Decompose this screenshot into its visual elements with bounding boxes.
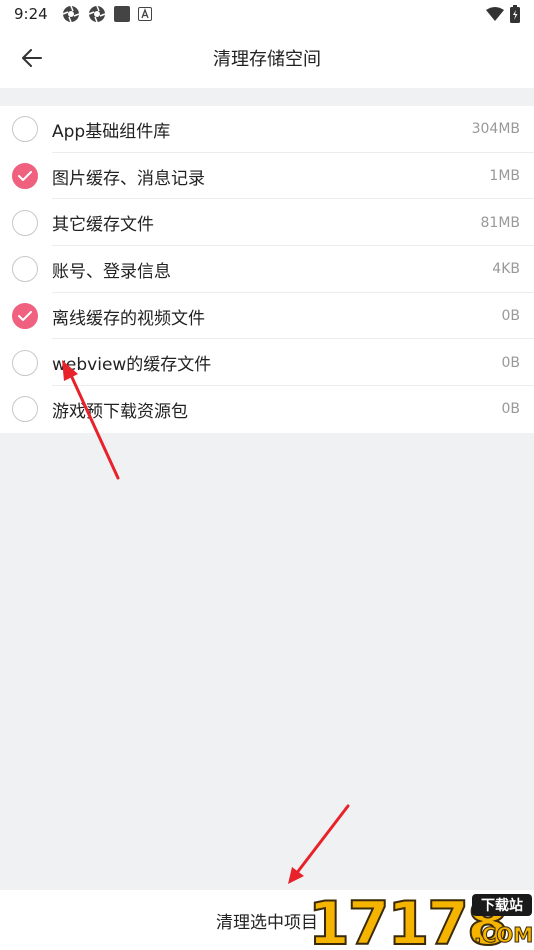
- aperture-icon: [62, 5, 80, 23]
- checkmark-icon: [18, 171, 32, 182]
- storage-item-size: 0B: [501, 308, 520, 325]
- storage-item-label: webview的缓存文件: [52, 355, 212, 376]
- square-icon: [114, 6, 130, 22]
- checkbox-unchecked[interactable]: [12, 396, 38, 423]
- storage-item-label: 账号、登录信息: [52, 261, 171, 282]
- battery-icon: [510, 5, 520, 23]
- checkbox-unchecked[interactable]: [12, 349, 38, 376]
- storage-item-list: App基础组件库 304MB 图片缓存、消息记录 1MB 其它缓存文件 81MB 账号、登录…: [0, 106, 534, 433]
- storage-item-size: 0B: [501, 354, 520, 371]
- checkbox-unchecked[interactable]: [12, 209, 38, 236]
- storage-item-label: 游戏预下载资源包: [52, 401, 188, 422]
- back-arrow-icon: [22, 49, 42, 67]
- storage-item-label: 图片缓存、消息记录: [52, 168, 205, 189]
- storage-item-size: 0B: [501, 401, 520, 418]
- status-time: 9:24: [14, 5, 48, 23]
- page-title: 清理存储空间: [213, 49, 321, 70]
- storage-item[interactable]: 图片缓存、消息记录 1MB: [0, 153, 534, 200]
- clear-selected-label: 清理选中项目: [216, 912, 318, 933]
- storage-item[interactable]: 离线缓存的视频文件 0B: [0, 293, 534, 340]
- storage-item-size: 304MB: [471, 121, 520, 138]
- storage-item[interactable]: webview的缓存文件 0B: [0, 339, 534, 387]
- header: 清理存储空间: [0, 28, 534, 88]
- storage-item-label: 离线缓存的视频文件: [52, 308, 205, 329]
- storage-item[interactable]: App基础组件库 304MB: [0, 106, 534, 153]
- checkbox-unchecked[interactable]: [12, 256, 38, 283]
- status-icons-left: [62, 5, 152, 23]
- checkbox-unchecked[interactable]: [12, 116, 38, 143]
- wifi-icon: [486, 7, 504, 21]
- storage-item-size: 1MB: [489, 168, 520, 185]
- storage-item[interactable]: 账号、登录信息 4KB: [0, 246, 534, 293]
- clear-selected-button[interactable]: 清理选中项目: [0, 890, 534, 950]
- status-icons-right: [486, 5, 520, 23]
- status-bar: 9:24: [0, 0, 534, 28]
- aperture-icon: [88, 5, 106, 23]
- storage-item[interactable]: 游戏预下载资源包 0B: [0, 386, 534, 433]
- storage-item-size: 81MB: [480, 214, 521, 231]
- storage-item-label: App基础组件库: [52, 121, 171, 142]
- checkbox-checked[interactable]: [12, 163, 38, 190]
- storage-item-label: 其它缓存文件: [52, 215, 154, 236]
- checkbox-checked[interactable]: [12, 303, 38, 330]
- storage-item-size: 4KB: [492, 261, 520, 278]
- checkmark-icon: [18, 311, 32, 322]
- back-button[interactable]: [14, 40, 50, 76]
- a-badge-icon: [138, 7, 152, 21]
- storage-item[interactable]: 其它缓存文件 81MB: [0, 199, 534, 247]
